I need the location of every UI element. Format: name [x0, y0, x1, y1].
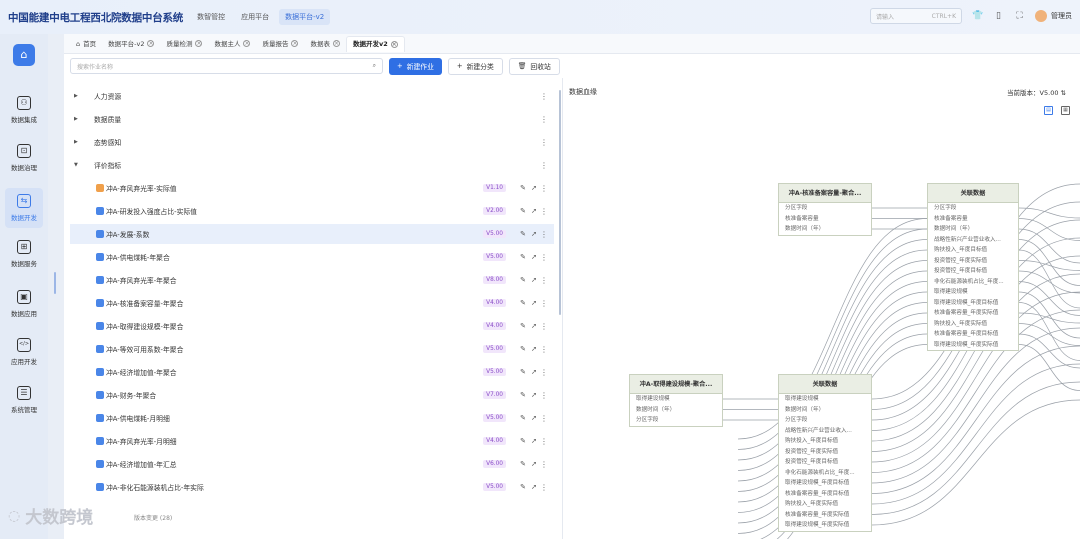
lineage-field[interactable]: 战略性新兴产业营业收入...	[779, 426, 871, 437]
sidebar-item-service[interactable]: ⊞ 数据服务	[0, 240, 48, 280]
lineage-field[interactable]: 取得建设规模	[779, 394, 871, 405]
user-menu[interactable]: 管理员	[1035, 10, 1072, 22]
sidebar-item-application[interactable]: ▣ 数据应用	[0, 290, 48, 330]
app-icon: ▣	[17, 290, 31, 304]
watermark-text: 大数跨境	[25, 508, 94, 528]
top-bar: 中国能建中电工程西北院数据中台系统 数智管控 应用平台 数据平台-v2 请输入 …	[0, 0, 1080, 34]
lineage-field[interactable]: 数据时间（年）	[928, 224, 1018, 235]
lineage-field[interactable]: 核准备案容量	[928, 214, 1018, 225]
lineage-field[interactable]: 购扶投入_年度实际值	[928, 319, 1018, 330]
notification-icon[interactable]: ▯	[993, 11, 1004, 22]
lineage-node[interactable]: 关联数据 取得建设规模 数据时间（年） 分区字段 战略性新兴产业营业收入... 购扶投入_…	[778, 374, 872, 532]
lineage-field[interactable]: 投资管控_年度目标值	[779, 457, 871, 468]
lineage-field[interactable]: 核准备案容量_年度目标值	[928, 329, 1018, 340]
sidebar-item-label: 数据服务	[11, 260, 37, 268]
lineage-field[interactable]: 投资管控_年度实际值	[779, 447, 871, 458]
topnav-item-smart-control[interactable]: 数智管控	[191, 9, 231, 25]
lineage-field[interactable]: 取得建设规模_年度目标值	[779, 478, 871, 489]
search-shortcut-hint: CTRL+K	[931, 12, 956, 20]
lineage-field[interactable]: 核准备案容量_年度实际值	[928, 308, 1018, 319]
lineage-field[interactable]: 购扶投入_年度目标值	[928, 245, 1018, 256]
lineage-field[interactable]: 数据时间（年）	[630, 405, 722, 416]
sidebar-item-develop[interactable]: ⇆ 数据开发	[5, 188, 43, 228]
lineage-edge	[871, 345, 1080, 494]
lineage-field[interactable]: 分区字段	[779, 415, 871, 426]
lineage-edge	[1018, 218, 1080, 241]
left-sidebar: ⌂ ⚇ 数据集成 ⊡ 数据治理 ⇆ 数据开发 ⊞ 数据服务 ▣ 数据应用 </>…	[0, 34, 48, 539]
lineage-field[interactable]: 非化石能源装机占比_年度...	[779, 468, 871, 479]
main-panel: ⌂ 首页 数据平台-v2 × 质量检测 × 数据主人 × 质量报告 × 数据表 × 数据开发…	[64, 34, 1080, 539]
sidebar-item-system[interactable]: ☰ 系统管理	[0, 386, 48, 426]
sidebar-item-label: 数据集成	[11, 116, 37, 124]
global-search-placeholder: 请输入	[876, 13, 895, 21]
integration-icon: ⚇	[17, 96, 31, 110]
sidebar-item-app-dev[interactable]: </> 应用开发	[0, 338, 48, 378]
lineage-field[interactable]: 核准备案容量_年度目标值	[779, 489, 871, 500]
lineage-field[interactable]: 数据时间（年）	[779, 405, 871, 416]
lineage-field[interactable]: 分区字段	[630, 415, 722, 426]
app-title: 中国能建中电工程西北院数据中台系统	[8, 11, 184, 24]
user-name: 管理员	[1051, 12, 1072, 20]
lineage-field[interactable]: 非化石能源装机占比_年度...	[928, 277, 1018, 288]
lineage-edge	[871, 399, 1080, 526]
lineage-field[interactable]: 购扶投入_年度实际值	[779, 499, 871, 510]
avatar	[1035, 10, 1047, 22]
lineage-field[interactable]: 核准备案容量	[779, 214, 871, 225]
lineage-node-title: 冲A-取得建设规模-聚合...	[630, 375, 722, 394]
watermark: ◌ 大数跨境	[8, 503, 94, 529]
settings-icon: ☰	[17, 386, 31, 400]
lineage-field[interactable]: 战略性新兴产业营业收入...	[928, 235, 1018, 246]
flow-develop-icon: ⇆	[17, 194, 31, 208]
lineage-edge	[871, 363, 1080, 505]
topnav-item-app-platform[interactable]: 应用平台	[235, 9, 275, 25]
lineage-field[interactable]: 购扶投入_年度目标值	[779, 436, 871, 447]
lineage-field[interactable]: 取得建设规模_年度目标值	[928, 298, 1018, 309]
lineage-field[interactable]: 取得建设规模	[630, 394, 722, 405]
lineage-field[interactable]: 取得建设规模	[928, 287, 1018, 298]
shirt-theme-icon[interactable]: 👕	[972, 11, 983, 22]
top-right-tools: 请输入 CTRL+K 👕 ▯ ⛶ 管理员	[870, 8, 1072, 24]
grid-service-icon: ⊞	[17, 240, 31, 254]
sidebar-scroll-indicator[interactable]	[54, 272, 56, 294]
lineage-field[interactable]: 核准备案容量_年度实际值	[779, 510, 871, 521]
home-logo-icon[interactable]: ⌂	[13, 44, 35, 66]
sidebar-item-label: 数据开发	[11, 214, 37, 222]
lineage-field[interactable]: 取得建设规模_年度实际值	[779, 520, 871, 531]
top-nav: 数智管控 应用平台 数据平台-v2	[191, 9, 331, 25]
lineage-edge	[1018, 207, 1080, 219]
code-icon: </>	[17, 338, 31, 352]
lineage-field[interactable]: 投资管控_年度目标值	[928, 266, 1018, 277]
lineage-node[interactable]: 关联数据 分区字段 核准备案容量 数据时间（年） 战略性新兴产业营业收入... 购扶投入_…	[927, 183, 1019, 351]
lineage-node-title: 冲A-核准备案容量-聚合...	[779, 184, 871, 203]
watermark-logo-icon: ◌	[8, 507, 21, 524]
lineage-edge	[1018, 302, 1080, 361]
fullscreen-icon[interactable]: ⛶	[1014, 11, 1025, 22]
sidebar-item-integration[interactable]: ⚇ 数据集成	[0, 96, 48, 136]
lineage-node-title: 关联数据	[928, 184, 1018, 203]
sidebar-item-label: 数据应用	[11, 310, 37, 318]
sidebar-item-label: 系统管理	[11, 406, 37, 414]
lineage-node[interactable]: 冲A-核准备案容量-聚合... 分区字段 核准备案容量 数据时间（年）	[778, 183, 872, 236]
lineage-field[interactable]: 投资管控_年度实际值	[928, 256, 1018, 267]
sidebar-item-label: 应用开发	[11, 358, 37, 366]
lineage-field[interactable]: 取得建设规模_年度实际值	[928, 340, 1018, 351]
lineage-field[interactable]: 分区字段	[779, 203, 871, 214]
global-search-input[interactable]: 请输入 CTRL+K	[870, 8, 962, 24]
topnav-item-data-platform[interactable]: 数据平台-v2	[279, 9, 331, 25]
sidebar-item-governance[interactable]: ⊡ 数据治理	[0, 144, 48, 184]
lineage-node[interactable]: 冲A-取得建设规模-聚合... 取得建设规模 数据时间（年） 分区字段	[629, 374, 723, 427]
lineage-field[interactable]: 分区字段	[928, 203, 1018, 214]
folder-governance-icon: ⊡	[17, 144, 31, 158]
lineage-node-title: 关联数据	[779, 375, 871, 394]
lineage-field[interactable]: 数据时间（年）	[779, 224, 871, 235]
sidebar-item-label: 数据治理	[11, 164, 37, 172]
